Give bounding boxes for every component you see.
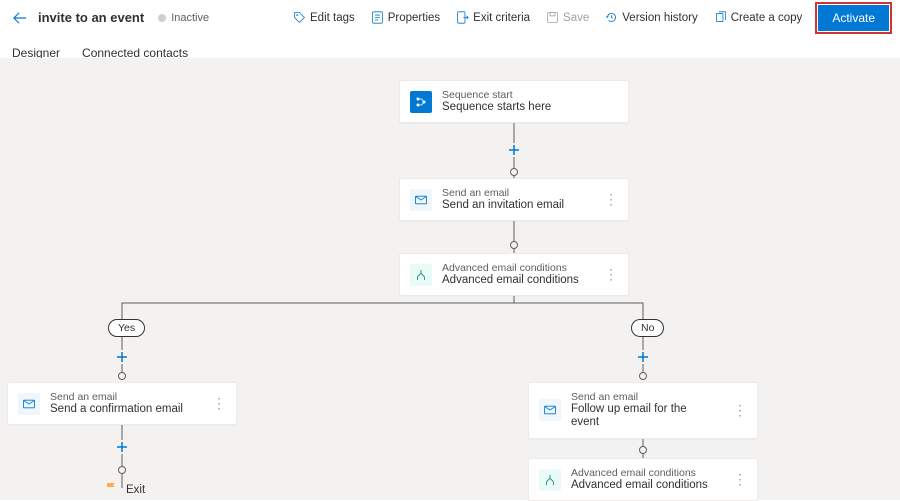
email-icon: [18, 393, 40, 415]
copy-icon: [714, 11, 727, 24]
node-type: Advanced email conditions: [442, 262, 579, 274]
email-icon: [539, 399, 561, 421]
exit-criteria-icon: [456, 11, 469, 24]
node-more-button[interactable]: ⋮: [594, 191, 618, 208]
arrow-left-icon: [13, 11, 27, 25]
connector-ring: [510, 241, 518, 249]
exit-node[interactable]: Exit: [104, 481, 145, 498]
create-copy-button[interactable]: Create a copy: [707, 7, 810, 28]
node-label: Advanced email conditions: [442, 274, 579, 287]
node-more-button[interactable]: ⋮: [202, 395, 226, 412]
flow-start-icon: [410, 91, 432, 113]
add-step-button[interactable]: [507, 143, 521, 157]
add-step-button[interactable]: [636, 350, 650, 364]
properties-icon: [371, 11, 384, 24]
connector-ring: [639, 446, 647, 454]
exit-label: Exit: [126, 484, 145, 496]
create-copy-label: Create a copy: [731, 12, 803, 24]
add-step-button[interactable]: [115, 440, 129, 454]
tag-icon: [293, 11, 306, 24]
node-conditions-1[interactable]: Advanced email conditions Advanced email…: [399, 253, 629, 296]
version-history-button[interactable]: Version history: [598, 7, 704, 28]
condition-icon: [539, 469, 561, 491]
exit-criteria-button[interactable]: Exit criteria: [449, 7, 537, 28]
version-history-label: Version history: [622, 12, 697, 24]
connector-ring: [639, 372, 647, 380]
branch-yes-pill[interactable]: Yes: [108, 319, 145, 337]
node-type: Send an email: [571, 391, 713, 403]
exit-criteria-label: Exit criteria: [473, 12, 530, 24]
node-conditions-2[interactable]: Advanced email conditions Advanced email…: [528, 458, 758, 501]
save-label: Save: [563, 12, 589, 24]
email-icon: [410, 189, 432, 211]
save-button: Save: [539, 7, 596, 28]
status-label: Inactive: [171, 12, 209, 24]
save-icon: [546, 11, 559, 24]
edit-tags-label: Edit tags: [310, 12, 355, 24]
node-label: Send a confirmation email: [50, 403, 183, 416]
plus-icon: [508, 144, 520, 156]
back-button[interactable]: [8, 6, 32, 30]
add-step-button[interactable]: [115, 350, 129, 364]
plus-icon: [116, 441, 128, 453]
node-more-button[interactable]: ⋮: [723, 402, 747, 419]
header-bar: invite to an event Inactive Edit tags Pr…: [0, 0, 900, 36]
node-label: Advanced email conditions: [571, 479, 708, 492]
history-icon: [605, 11, 618, 24]
connector-ring: [510, 168, 518, 176]
node-more-button[interactable]: ⋮: [723, 471, 747, 488]
activate-button[interactable]: Activate: [818, 5, 889, 31]
node-type: Send an email: [442, 187, 564, 199]
activate-highlight: Activate: [815, 2, 892, 34]
status-dot-icon: [158, 14, 166, 22]
node-label: Follow up email for the event: [571, 403, 713, 429]
node-label: Send an invitation email: [442, 199, 564, 212]
node-followup-email[interactable]: Send an email Follow up email for the ev…: [528, 382, 758, 439]
node-send-invitation[interactable]: Send an email Send an invitation email ⋮: [399, 178, 629, 221]
page-title: invite to an event: [38, 10, 144, 25]
edit-tags-button[interactable]: Edit tags: [286, 7, 362, 28]
node-label: Sequence starts here: [442, 101, 551, 114]
connector-ring: [118, 372, 126, 380]
node-sequence-start[interactable]: Sequence start Sequence starts here: [399, 80, 629, 123]
condition-icon: [410, 264, 432, 286]
flag-icon: [104, 481, 118, 498]
node-more-button[interactable]: ⋮: [594, 266, 618, 283]
plus-icon: [116, 351, 128, 363]
node-type: Send an email: [50, 391, 183, 403]
node-type: Sequence start: [442, 89, 551, 101]
node-send-confirmation[interactable]: Send an email Send a confirmation email …: [7, 382, 237, 425]
branch-no-pill[interactable]: No: [631, 319, 664, 337]
node-type: Advanced email conditions: [571, 467, 708, 479]
properties-label: Properties: [388, 12, 440, 24]
designer-canvas[interactable]: Sequence start Sequence starts here Send…: [0, 58, 900, 500]
plus-icon: [637, 351, 649, 363]
toolbar: Edit tags Properties Exit criteria Save …: [286, 2, 892, 34]
connector-ring: [118, 466, 126, 474]
properties-button[interactable]: Properties: [364, 7, 447, 28]
